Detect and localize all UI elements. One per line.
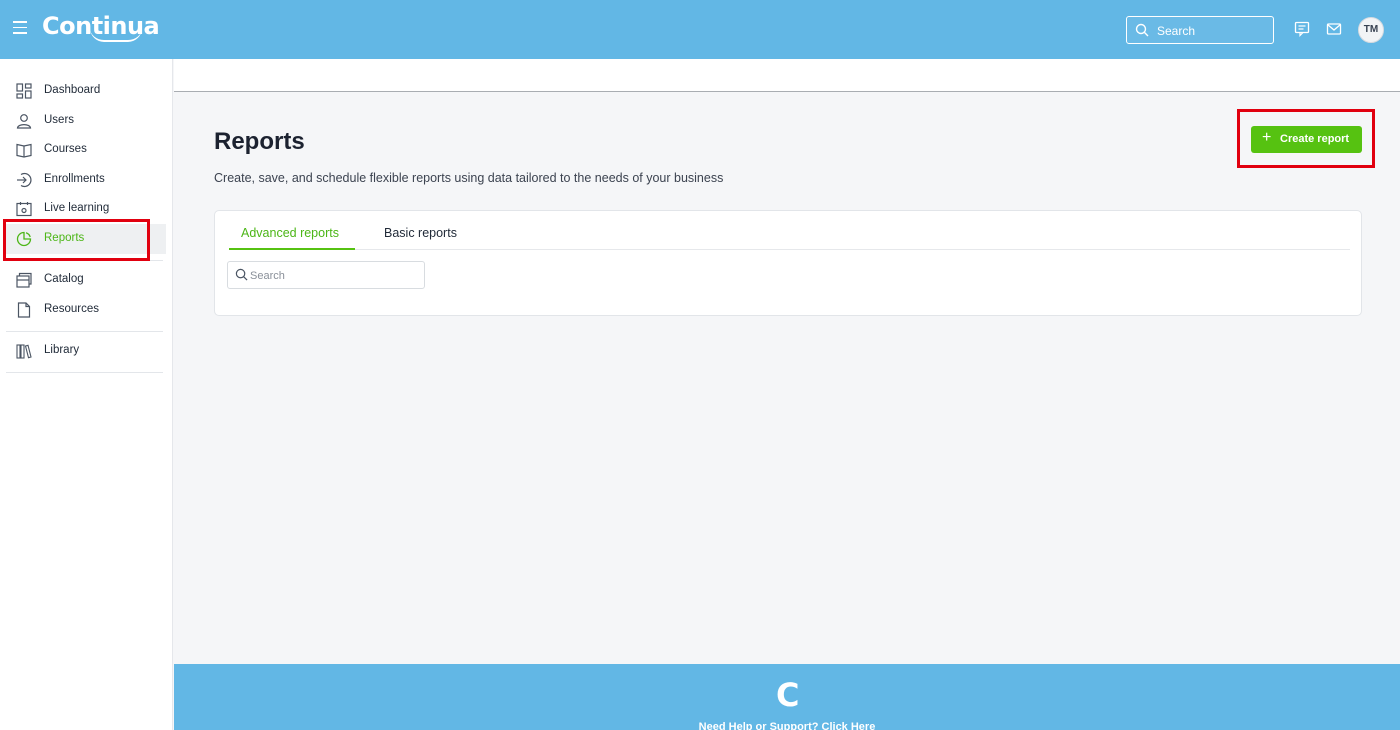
sidebar-divider xyxy=(6,331,163,332)
book-icon xyxy=(16,143,32,158)
user-icon xyxy=(16,114,32,129)
active-tab-indicator xyxy=(229,248,355,250)
sidebar-item-dashboard[interactable]: Dashboard xyxy=(6,76,166,106)
reports-search-placeholder: Search xyxy=(250,270,285,282)
sidebar-item-label: Library xyxy=(44,344,80,356)
top-bar: Continua Search TM xyxy=(0,0,1400,59)
sidebar-item-label: Enrollments xyxy=(44,173,105,185)
dashboard-icon xyxy=(16,83,32,99)
reports-card: Advanced reports Basic reports Search xyxy=(214,210,1362,316)
file-icon xyxy=(17,302,31,318)
search-icon xyxy=(235,268,248,281)
reports-search-input[interactable]: Search xyxy=(227,261,425,289)
calendar-icon xyxy=(16,202,32,217)
tab-basic-reports[interactable]: Basic reports xyxy=(384,226,457,250)
sidebar-item-label: Users xyxy=(44,114,75,126)
sidebar-item-users[interactable]: Users xyxy=(6,106,166,136)
footer: C Need Help or Support? Click Here xyxy=(174,664,1400,730)
chat-icon[interactable] xyxy=(1294,21,1310,37)
top-search-placeholder: Search xyxy=(1157,24,1196,38)
sidebar-item-label: Catalog xyxy=(44,273,84,285)
tabs-divider xyxy=(229,249,1350,250)
help-support-link[interactable]: Need Help or Support? Click Here xyxy=(174,721,1400,730)
page-title: Reports xyxy=(214,128,305,155)
sidebar-item-courses[interactable]: Courses xyxy=(6,135,166,165)
enroll-icon xyxy=(17,172,32,188)
sidebar-divider xyxy=(6,372,163,373)
sidebar: Dashboard Users Courses Enrollments Live… xyxy=(0,59,173,730)
user-avatar[interactable]: TM xyxy=(1358,17,1384,43)
sidebar-item-library[interactable]: Library xyxy=(6,336,166,366)
tab-advanced-reports[interactable]: Advanced reports xyxy=(241,226,339,250)
sidebar-item-label: Resources xyxy=(44,303,99,315)
sidebar-item-catalog[interactable]: Catalog xyxy=(6,265,166,295)
sidebar-item-label: Live learning xyxy=(44,202,110,214)
catalog-icon xyxy=(16,272,32,288)
sidebar-item-label: Courses xyxy=(44,143,87,155)
footer-logo: C xyxy=(776,676,800,714)
sidebar-item-enrollments[interactable]: Enrollments xyxy=(6,165,166,195)
top-search-input[interactable]: Search xyxy=(1126,16,1274,44)
create-report-highlight-box xyxy=(1237,109,1375,168)
hamburger-menu-icon[interactable] xyxy=(13,21,27,37)
main-header-band xyxy=(174,59,1400,92)
sidebar-item-resources[interactable]: Resources xyxy=(6,295,166,325)
logo-swoosh xyxy=(90,28,142,42)
search-icon xyxy=(1135,23,1149,37)
mail-icon[interactable] xyxy=(1326,21,1342,37)
page-subtitle: Create, save, and schedule flexible repo… xyxy=(214,171,724,185)
library-icon xyxy=(16,344,32,359)
reports-highlight-box xyxy=(3,219,150,261)
sidebar-item-label: Dashboard xyxy=(44,84,101,96)
